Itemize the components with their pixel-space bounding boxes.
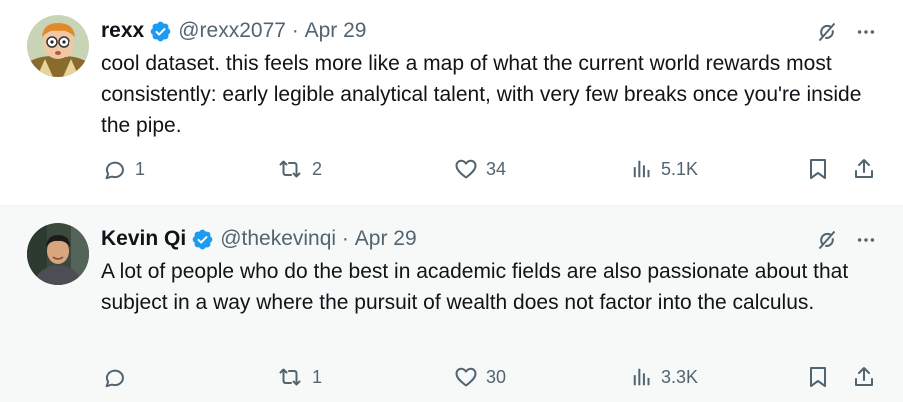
tweet-top-actions — [815, 20, 877, 44]
reply-count: 1 — [135, 158, 146, 179]
more-icon[interactable] — [855, 229, 877, 251]
avatar-illustration — [27, 15, 89, 77]
repost-button[interactable]: 1 — [276, 365, 322, 389]
tweet-rexx[interactable]: rexx @rexx2077 · Apr 29 cool dataset. th… — [0, 0, 903, 206]
display-name[interactable]: rexx — [101, 19, 144, 43]
bookmark-button[interactable] — [806, 157, 830, 181]
avatar-photo — [27, 223, 89, 285]
more-icon[interactable] — [855, 21, 877, 43]
tweet-kevin-qi[interactable]: Kevin Qi @thekevinqi · Apr 29 A lot of p… — [0, 206, 903, 402]
meta-separator: · — [336, 227, 355, 250]
grok-icon[interactable] — [815, 228, 839, 252]
bookmark-button[interactable] — [806, 365, 830, 389]
share-button[interactable] — [852, 365, 876, 389]
views-button[interactable]: 3.3K — [631, 365, 698, 389]
avatar-kevin-qi[interactable] — [27, 223, 89, 285]
like-icon — [454, 365, 478, 389]
share-icon — [852, 365, 876, 389]
meta-separator: · — [285, 19, 305, 42]
views-count: 5.1K — [661, 158, 699, 179]
like-button[interactable]: 30 — [454, 365, 506, 389]
tweet-header: rexx @rexx2077 · Apr 29 — [101, 17, 366, 45]
verified-badge-icon — [149, 20, 172, 43]
tweet-top-actions — [815, 228, 877, 252]
like-count: 34 — [486, 158, 507, 179]
repost-button[interactable]: 2 — [276, 157, 322, 181]
tweet-date[interactable]: Apr 29 — [305, 19, 367, 43]
avatar-rexx[interactable] — [27, 15, 89, 77]
tweet-header: Kevin Qi @thekevinqi · Apr 29 — [101, 225, 417, 253]
tweet-text: cool dataset. this feels more like a map… — [101, 52, 862, 137]
share-button[interactable] — [852, 157, 876, 181]
like-icon — [454, 157, 478, 181]
tweet-action-bar: 1 2 34 5.1K — [0, 157, 903, 187]
views-icon — [631, 157, 653, 181]
views-button[interactable]: 5.1K — [631, 157, 698, 181]
reply-button[interactable]: 1 — [103, 157, 145, 181]
like-count: 30 — [486, 366, 507, 387]
like-button[interactable]: 34 — [454, 157, 506, 181]
bookmark-icon — [806, 157, 830, 181]
repost-icon — [276, 365, 304, 389]
grok-icon[interactable] — [815, 20, 839, 44]
share-icon — [852, 157, 876, 181]
reply-icon — [103, 365, 127, 389]
tweet-text: A lot of people who do the best in acade… — [101, 260, 849, 314]
tweet-date[interactable]: Apr 29 — [355, 227, 417, 251]
views-icon — [631, 365, 653, 389]
verified-badge-icon — [191, 228, 214, 251]
bookmark-icon — [806, 365, 830, 389]
repost-count: 1 — [312, 366, 323, 387]
handle[interactable]: @thekevinqi — [220, 227, 336, 251]
tweet-action-bar: 1 30 3.3K — [0, 365, 903, 395]
reply-icon — [103, 157, 127, 181]
reply-button[interactable] — [103, 365, 135, 389]
display-name[interactable]: Kevin Qi — [101, 227, 186, 251]
repost-icon — [276, 157, 304, 181]
views-count: 3.3K — [661, 366, 699, 387]
repost-count: 2 — [312, 158, 323, 179]
handle[interactable]: @rexx2077 — [178, 19, 286, 43]
